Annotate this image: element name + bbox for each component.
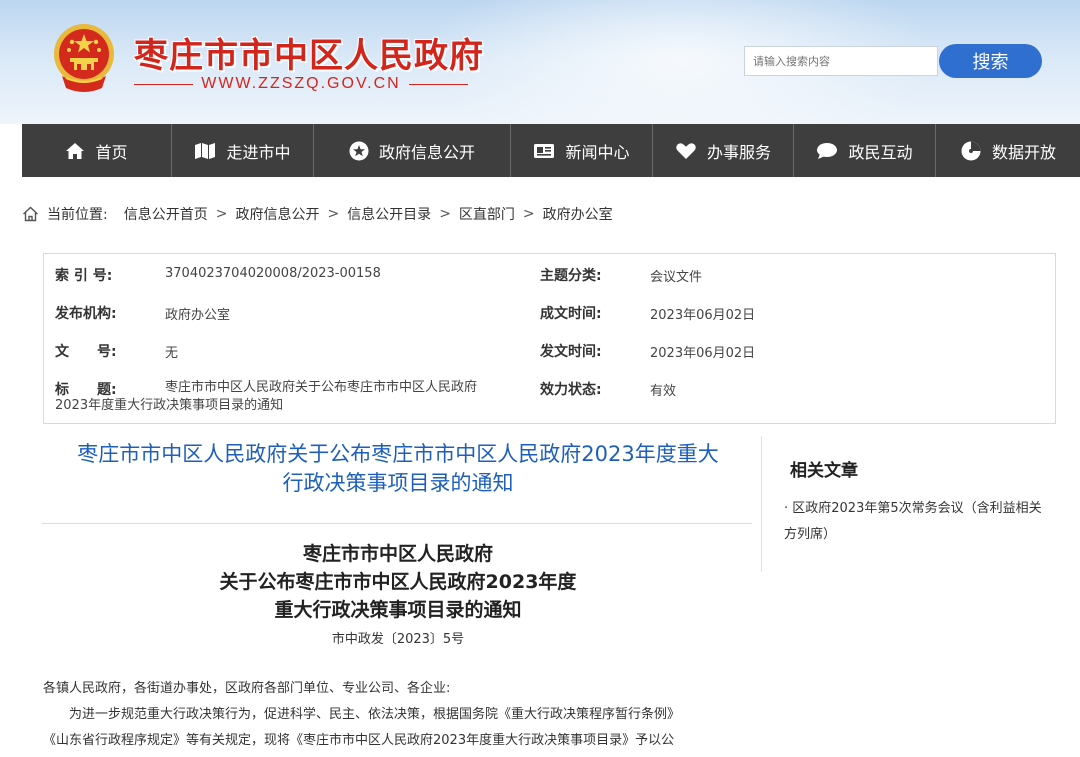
breadcrumb-prefix: 当前位置:	[47, 207, 108, 223]
published-date-label: 发文时间:	[540, 344, 602, 360]
nav-label: 数据开放	[991, 142, 1056, 162]
title-value-line1: 枣庄市市中区人民政府关于公布枣庄市市中区人民政府	[165, 380, 478, 395]
related-article-link[interactable]: · 区政府2023年第5次常务会议（含利益相关方列席）	[784, 496, 1054, 548]
breadcrumb-link[interactable]: 信息公开首页	[124, 204, 208, 224]
body-paragraph: 各镇人民政府，各街道办事处，区政府各部门单位、专业公司、各企业:	[43, 681, 451, 696]
category-value: 会议文件	[650, 270, 703, 285]
related-articles-title: 相关文章	[790, 461, 858, 481]
url-right-rule	[408, 83, 468, 85]
title-divider	[42, 523, 752, 524]
article-title-line2: 行政决策事项目录的通知	[282, 471, 514, 495]
breadcrumb: 当前位置: 信息公开首页 > 政府信息公开 > 信息公开目录 > 区直部门 > …	[22, 204, 613, 224]
breadcrumb-link[interactable]: 区直部门	[459, 204, 515, 224]
doc-heading-line2: 关于公布枣庄市市中区人民政府2023年度	[219, 571, 577, 593]
nav-item-gov-info[interactable]: 政府信息公开	[314, 124, 511, 177]
index-number-label: 索 引 号:	[55, 268, 113, 284]
breadcrumb-separator: >	[327, 206, 340, 222]
nav-label: 首页	[95, 142, 128, 162]
nav-item-open-data[interactable]: 数据开放	[936, 124, 1080, 177]
home-outline-icon	[23, 206, 38, 222]
category-label: 主题分类:	[540, 268, 602, 284]
nav-label: 走进市中	[226, 142, 291, 162]
title-value-line2: 2023年度重大行政决策事项目录的通知	[55, 398, 284, 413]
breadcrumb-separator: >	[215, 206, 228, 222]
nav-label: 政府信息公开	[378, 142, 475, 162]
main-nav: 首页 走进市中 政府信息公开 新闻中心 办事服务 政民互动 数据开放	[22, 124, 1080, 177]
created-date-label: 成文时间:	[540, 306, 602, 322]
news-icon	[534, 143, 555, 158]
created-date-value: 2023年06月02日	[650, 308, 756, 323]
sidebar-divider	[761, 436, 762, 572]
heart-icon	[676, 142, 696, 159]
body-paragraph: 《山东省行政程序规定》等有关规定，现将《枣庄市市中区人民政府2023年度重大行政…	[43, 733, 675, 748]
chat-icon	[817, 142, 838, 159]
search-button[interactable]: 搜索	[939, 44, 1042, 78]
status-value: 有效	[650, 384, 677, 399]
article-title-line1: 枣庄市市中区人民政府关于公布枣庄市市中区人民政府2023年度重大	[77, 442, 719, 466]
breadcrumb-link[interactable]: 信息公开目录	[347, 204, 431, 224]
publisher-value: 政府办公室	[165, 308, 231, 323]
map-icon	[195, 142, 216, 159]
index-number-value: 3704023704020008/2023-00158	[165, 266, 381, 281]
search-input[interactable]	[744, 46, 938, 76]
nav-item-interaction[interactable]: 政民互动	[794, 124, 936, 177]
url-left-rule	[134, 83, 194, 85]
title-value: 枣庄市市中区人民政府关于公布枣庄市市中区人民政府 2023年度重大行政决策事项目…	[55, 379, 525, 415]
site-header: 枣庄市市中区人民政府 WWW.ZZSZQ.GOV.CN 搜索	[0, 0, 1080, 124]
breadcrumb-link[interactable]: 政府信息公开	[235, 204, 319, 224]
status-label: 效力状态:	[540, 382, 602, 398]
body-paragraph: 为进一步规范重大行政决策行为，促进科学、民主、依法决策，根据国务院《重大行政决策…	[69, 707, 681, 722]
doc-heading-line3: 重大行政决策事项目录的通知	[274, 599, 522, 621]
published-date-value: 2023年06月02日	[650, 346, 756, 361]
nav-item-about[interactable]: 走进市中	[172, 124, 314, 177]
nav-label: 办事服务	[706, 142, 771, 162]
nav-label: 新闻中心	[565, 142, 630, 162]
national-emblem-icon[interactable]	[50, 22, 118, 94]
data-icon	[961, 141, 981, 160]
article-title: 枣庄市市中区人民政府关于公布枣庄市市中区人民政府2023年度重大 行政决策事项目…	[44, 440, 752, 498]
nav-item-services[interactable]: 办事服务	[653, 124, 794, 177]
breadcrumb-separator: >	[439, 206, 451, 222]
site-title[interactable]: 枣庄市市中区人民政府	[134, 28, 484, 77]
nav-item-news[interactable]: 新闻中心	[511, 124, 653, 177]
document-number: 市中政发〔2023〕5号	[331, 632, 465, 647]
star-icon	[349, 141, 369, 160]
nav-label: 政民互动	[848, 142, 913, 162]
site-url: WWW.ZZSZQ.GOV.CN	[201, 75, 401, 92]
nav-item-home[interactable]: 首页	[22, 124, 172, 177]
breadcrumb-separator: >	[522, 206, 535, 222]
doc-number-label: 文 号:	[55, 344, 117, 360]
publisher-label: 发布机构:	[55, 306, 117, 322]
doc-number-value: 无	[165, 346, 179, 361]
document-heading: 枣庄市市中区人民政府 关于公布枣庄市市中区人民政府2023年度 重大行政决策事项…	[44, 540, 752, 624]
site-url-row: WWW.ZZSZQ.GOV.CN	[134, 74, 468, 94]
home-icon	[66, 142, 85, 159]
breadcrumb-link[interactable]: 政府办公室	[543, 204, 613, 224]
article-body: 各镇人民政府，各街道办事处，区政府各部门单位、专业公司、各企业: 为进一步规范重…	[43, 676, 743, 754]
doc-heading-line1: 枣庄市市中区人民政府	[302, 543, 493, 565]
document-metadata-table: 索 引 号: 3704023704020008/2023-00158 主题分类:…	[43, 253, 1056, 424]
